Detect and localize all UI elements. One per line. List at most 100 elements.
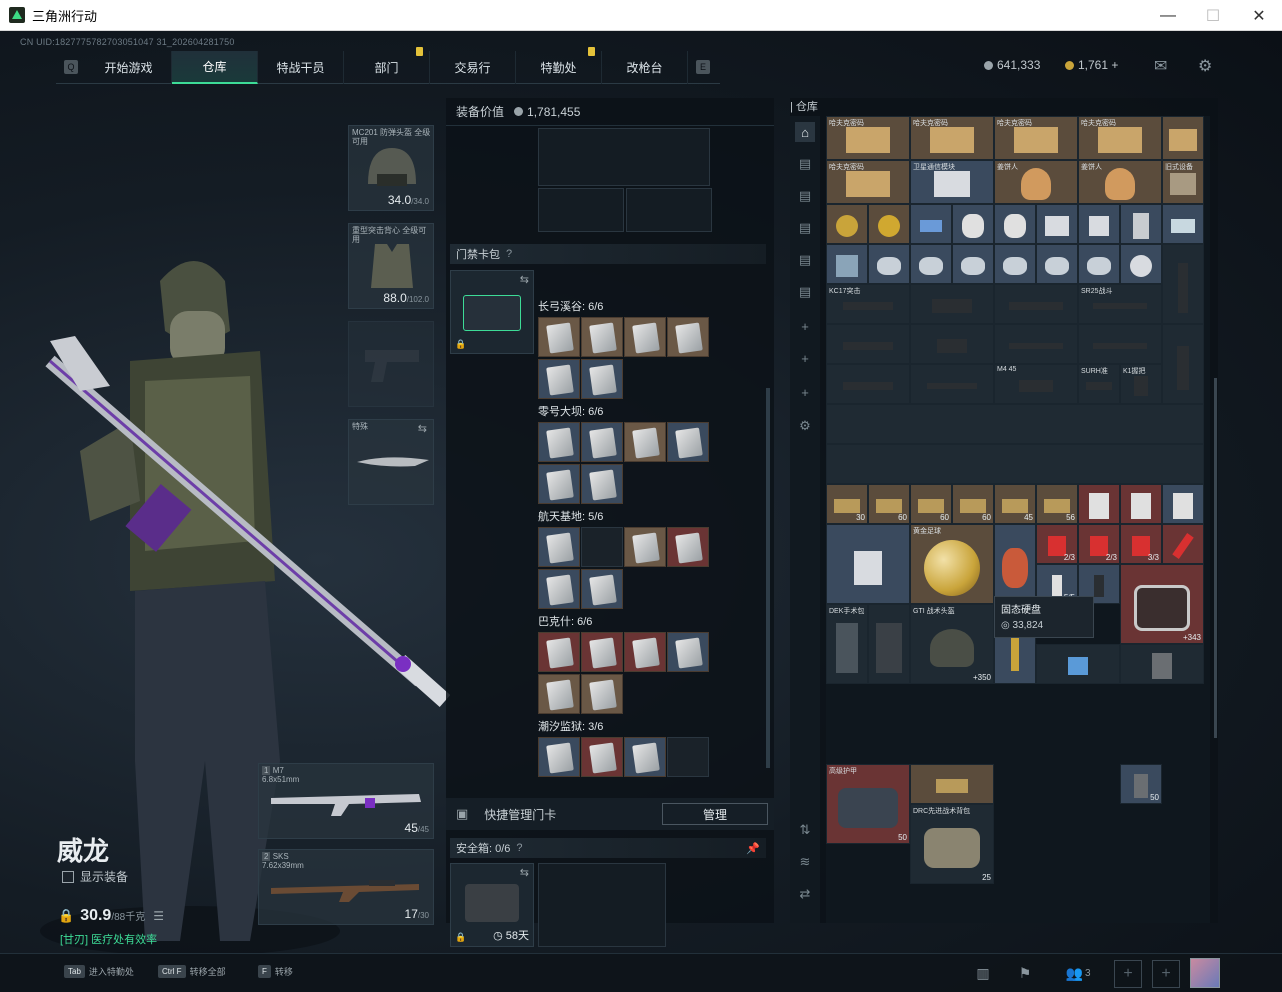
melee-slot[interactable]: 特殊 ⇆ xyxy=(348,419,434,505)
stash-item[interactable] xyxy=(1120,204,1162,244)
stash-item[interactable]: DRC先进战术背包 25 xyxy=(910,804,994,884)
hint-special-ops[interactable]: Tab 进入特勤处 xyxy=(64,965,134,978)
stash-item[interactable]: 卫星通信模块 xyxy=(910,160,994,204)
backpack-grid[interactable] xyxy=(538,128,710,186)
keycard-slot[interactable] xyxy=(624,632,666,672)
stash-item[interactable]: 60 xyxy=(910,484,952,524)
stash-item[interactable]: GTI 战术头盔 +350 xyxy=(910,604,994,684)
keycard-slot[interactable] xyxy=(538,464,580,504)
stash-item[interactable]: 哈夫克密码 xyxy=(826,116,910,160)
keycard-slot[interactable] xyxy=(538,527,580,567)
armor-slot[interactable]: 重型突击背心 全级可用 88.0/102.0 xyxy=(348,223,434,309)
stats-icon[interactable]: ▥ xyxy=(972,962,994,984)
keycard-slot[interactable] xyxy=(581,317,623,357)
stash-item[interactable] xyxy=(868,604,910,684)
stash-item[interactable] xyxy=(1078,204,1120,244)
tab-operators[interactable]: 特战干员 xyxy=(258,50,344,84)
helmet-slot[interactable]: MC201 防弹头盔 全级可用 34.0/34.0 xyxy=(348,125,434,211)
swap-icon[interactable]: ⇆ xyxy=(520,273,529,286)
stash-item[interactable] xyxy=(1078,244,1120,284)
stash-item[interactable] xyxy=(910,364,994,404)
stash-item[interactable] xyxy=(910,764,994,804)
stash-item[interactable]: M4 45 xyxy=(994,364,1078,404)
stash-item[interactable] xyxy=(1162,116,1204,160)
keycard-slot[interactable] xyxy=(581,569,623,609)
tab-special-ops[interactable]: 特勤处 xyxy=(516,46,602,84)
avatar[interactable] xyxy=(1190,958,1220,988)
stash-item[interactable]: 哈夫克密码 xyxy=(910,116,994,160)
minimize-button[interactable]: — xyxy=(1145,0,1191,31)
keycard-slot[interactable] xyxy=(624,527,666,567)
stash-settings-icon[interactable]: ⚙ xyxy=(795,416,815,436)
stash-item[interactable] xyxy=(1078,484,1120,524)
secondary-weapon-slot[interactable]: 2 SKS 7.62x39mm 17/30 xyxy=(258,849,434,925)
stash-item[interactable] xyxy=(952,204,994,244)
stash-item[interactable]: 3/3 xyxy=(1120,524,1162,564)
safebox-slot[interactable]: ⇆ 🔒 ◷ 58天 xyxy=(450,863,534,947)
pouch-slot[interactable] xyxy=(538,188,624,232)
gold-currency[interactable]: 1,761 + xyxy=(1065,58,1118,72)
transfer-icon[interactable]: ⇄ xyxy=(795,884,815,904)
stash-item[interactable] xyxy=(1120,484,1162,524)
stash-item[interactable] xyxy=(826,364,910,404)
stash-item[interactable]: 60 xyxy=(952,484,994,524)
stash-item[interactable]: 2/3 xyxy=(1078,524,1120,564)
stash-item[interactable] xyxy=(826,204,868,244)
nav-prev-icon[interactable]: Q xyxy=(64,60,78,74)
safebox-grid[interactable] xyxy=(538,863,666,947)
stash-item[interactable] xyxy=(994,284,1078,324)
keycard-slot[interactable] xyxy=(624,422,666,462)
stash-item[interactable]: 高级护甲 50 xyxy=(826,764,910,844)
keycard-slot[interactable] xyxy=(581,674,623,714)
show-equipment-toggle[interactable]: 显示装备 xyxy=(62,868,128,885)
layers-icon[interactable]: ≋ xyxy=(795,852,815,872)
stash-item[interactable] xyxy=(994,204,1036,244)
settings-gear-icon[interactable]: ⚙ xyxy=(1198,56,1212,76)
stash-item[interactable]: 黄金足球 xyxy=(910,524,994,604)
stash-item[interactable] xyxy=(910,244,952,284)
weight-list-icon[interactable]: ☰ xyxy=(153,909,164,923)
keycard-pack-slot[interactable]: ⇆ 🔒 xyxy=(450,270,534,354)
tab-department[interactable]: 部门 xyxy=(344,46,430,84)
keycard-slot[interactable] xyxy=(667,527,709,567)
stash-item[interactable] xyxy=(994,324,1078,364)
stash-tab-icon[interactable]: ▤ xyxy=(795,218,815,238)
stash-item[interactable] xyxy=(1120,244,1162,284)
stash-item[interactable] xyxy=(1036,244,1078,284)
stash-item[interactable] xyxy=(994,524,1036,604)
stash-scrollbar[interactable] xyxy=(1214,378,1217,738)
stash-item[interactable] xyxy=(826,524,910,604)
close-button[interactable]: ✕ xyxy=(1236,0,1282,31)
stash-item[interactable] xyxy=(1036,204,1078,244)
keycard-slot[interactable] xyxy=(667,422,709,462)
keycard-slot[interactable] xyxy=(581,737,623,777)
keycard-slot[interactable] xyxy=(538,737,580,777)
stash-tab-icon[interactable]: ▤ xyxy=(795,250,815,270)
stash-item[interactable] xyxy=(952,244,994,284)
tab-start-game[interactable]: 开始游戏 xyxy=(86,50,172,84)
mail-icon[interactable]: ✉ xyxy=(1154,56,1167,76)
stash-item[interactable]: SR25战斗 xyxy=(1078,284,1162,324)
stash-item[interactable]: 哈夫克密码 xyxy=(826,160,910,204)
stash-item[interactable]: SURH准 xyxy=(1078,364,1120,404)
help-icon[interactable]: ? xyxy=(506,248,512,260)
stash-item[interactable] xyxy=(910,204,952,244)
stash-item[interactable] xyxy=(826,244,868,284)
hint-transfer[interactable]: F 转移 xyxy=(258,965,293,978)
stash-item[interactable]: 45 xyxy=(994,484,1036,524)
stash-item[interactable] xyxy=(910,324,994,364)
stash-row-attachments[interactable] xyxy=(826,444,1204,484)
stash-item[interactable]: 2/3 xyxy=(1036,524,1078,564)
invite-slot-button[interactable]: + xyxy=(1152,960,1180,988)
keycard-slot[interactable] xyxy=(538,674,580,714)
stash-item[interactable] xyxy=(1036,644,1120,684)
keycard-slot[interactable] xyxy=(538,317,580,357)
swap-icon[interactable]: ⇆ xyxy=(418,422,427,435)
keycard-slot-empty[interactable] xyxy=(667,737,709,777)
stash-item[interactable]: DEK手术包 xyxy=(826,604,868,684)
stash-item[interactable] xyxy=(1162,484,1204,524)
keycard-slot[interactable] xyxy=(667,632,709,672)
help-icon[interactable]: ? xyxy=(516,842,522,854)
pin-icon[interactable]: 📌 xyxy=(746,842,760,855)
keycard-slot[interactable] xyxy=(538,359,580,399)
